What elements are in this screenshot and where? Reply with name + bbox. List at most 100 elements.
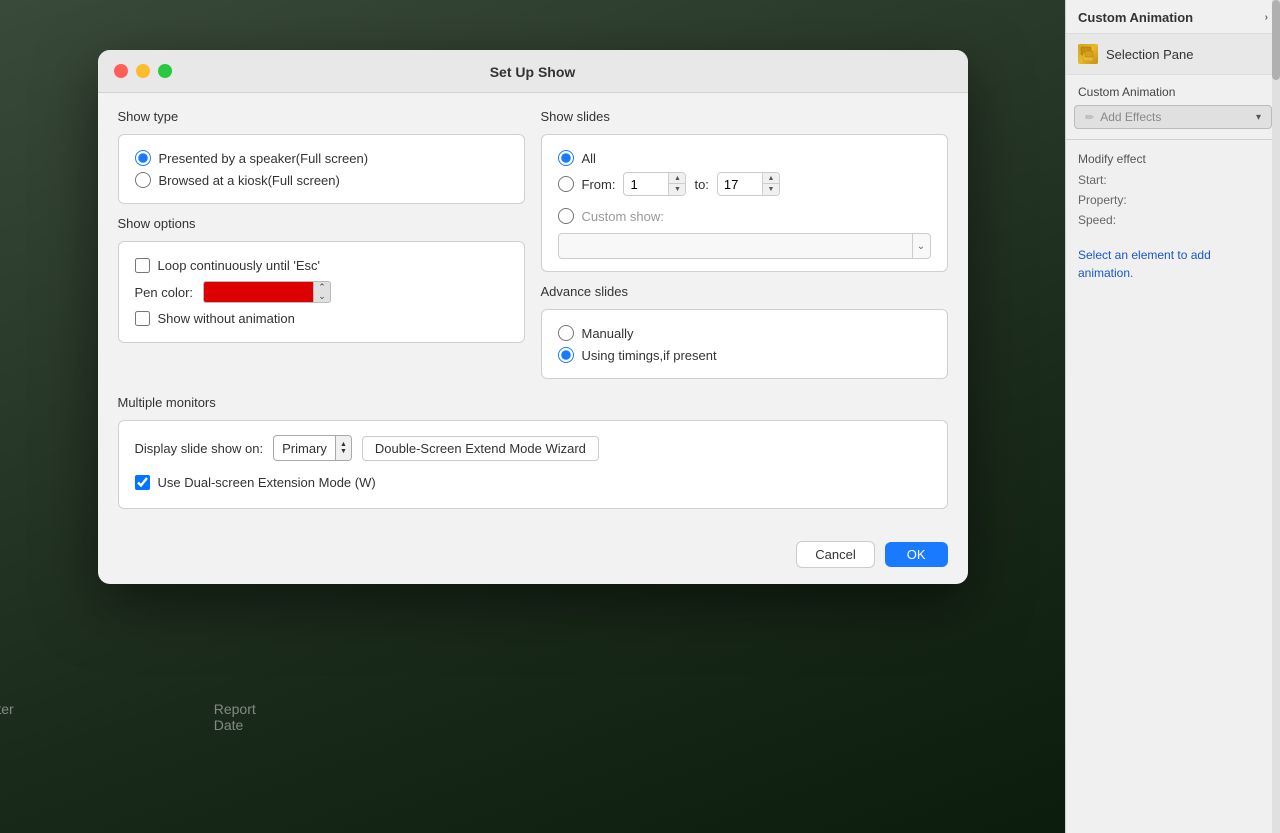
pencil-icon: ✏ xyxy=(1085,111,1094,124)
speed-label: Speed: xyxy=(1078,213,1133,227)
display-select-arrows: ▲ ▼ xyxy=(335,436,351,460)
from-label[interactable]: From: xyxy=(582,177,616,192)
from-input-wrapper: ▲ ▼ xyxy=(623,172,686,196)
pen-color-row: Pen color: ⌃ ⌄ xyxy=(135,277,508,307)
show-without-anim-checkbox[interactable] xyxy=(135,311,150,326)
minimize-button[interactable] xyxy=(136,64,150,78)
custom-show-arrow-icon: ⌄ xyxy=(912,234,930,258)
ok-button[interactable]: OK xyxy=(885,542,948,567)
selection-pane-label: Selection Pane xyxy=(1106,47,1193,62)
radio-kiosk[interactable] xyxy=(135,172,151,188)
show-without-anim-label[interactable]: Show without animation xyxy=(158,311,295,326)
select-element-msg: Select an element to add animation. xyxy=(1066,230,1280,298)
from-input[interactable] xyxy=(624,175,668,194)
window-buttons xyxy=(114,64,172,78)
multiple-monitors-section: Multiple monitors Display slide show on:… xyxy=(118,395,948,509)
loop-label[interactable]: Loop continuously until 'Esc' xyxy=(158,258,321,273)
wizard-button[interactable]: Double-Screen Extend Mode Wizard xyxy=(362,436,599,461)
to-label: to: xyxy=(694,177,708,192)
show-type-panel: Presented by a speaker(Full screen) Brow… xyxy=(118,134,525,204)
dual-screen-checkbox[interactable] xyxy=(135,475,150,490)
start-label: Start: xyxy=(1078,173,1133,187)
pen-color-label: Pen color: xyxy=(135,285,194,300)
sidebar-selection-pane[interactable]: Selection Pane xyxy=(1066,34,1280,75)
display-value: Primary xyxy=(274,441,335,456)
sidebar-scrollbar[interactable] xyxy=(1272,0,1280,833)
monitors-panel: Display slide show on: Primary ▲ ▼ Doubl… xyxy=(118,420,948,509)
speed-row: Speed: xyxy=(1066,210,1280,230)
radio-from-slides[interactable] xyxy=(558,176,574,192)
custom-show-label[interactable]: Custom show: xyxy=(582,209,664,224)
from-down-btn[interactable]: ▼ xyxy=(669,184,685,195)
add-effects-arrow-icon: ▾ xyxy=(1256,112,1261,123)
show-slides-panel: All From: ▲ ▼ xyxy=(541,134,948,272)
setup-show-dialog: Set Up Show Show type Presented by a spe… xyxy=(98,50,968,584)
using-timings-row: Using timings,if present xyxy=(558,344,931,366)
radio-kiosk-label[interactable]: Browsed at a kiosk(Full screen) xyxy=(159,173,340,188)
using-timings-label[interactable]: Using timings,if present xyxy=(582,348,717,363)
property-label: Property: xyxy=(1078,193,1133,207)
dual-screen-label[interactable]: Use Dual-screen Extension Mode (W) xyxy=(158,475,376,490)
radio-custom-show[interactable] xyxy=(558,208,574,224)
show-without-anim-row: Show without animation xyxy=(135,307,508,330)
dialog-title: Set Up Show xyxy=(490,64,576,80)
dialog-body: Show type Presented by a speaker(Full sc… xyxy=(98,93,968,529)
loop-row: Loop continuously until 'Esc' xyxy=(135,254,508,277)
sidebar-scrollbar-thumb xyxy=(1272,0,1280,80)
modify-effect-label: Modify effect xyxy=(1066,140,1280,170)
add-effects-label: Add Effects xyxy=(1100,110,1161,124)
selection-pane-icon xyxy=(1078,44,1098,64)
custom-show-dropdown[interactable]: ⌄ xyxy=(558,233,931,259)
radio-row-speaker: Presented by a speaker(Full screen) xyxy=(135,147,508,169)
dual-screen-row: Use Dual-screen Extension Mode (W) xyxy=(135,471,931,494)
arrow-down-icon: ▼ xyxy=(340,448,347,455)
add-effects-button[interactable]: ✏ Add Effects ▾ xyxy=(1074,105,1272,129)
radio-using-timings[interactable] xyxy=(558,347,574,363)
main-area: Set Up Show Show type Presented by a spe… xyxy=(0,0,1065,833)
radio-all-label[interactable]: All xyxy=(582,151,596,166)
radio-manually[interactable] xyxy=(558,325,574,341)
sidebar: Custom Animation › Selection Pane Custom… xyxy=(1065,0,1280,833)
radio-all-slides[interactable] xyxy=(558,150,574,166)
close-button[interactable] xyxy=(114,64,128,78)
to-down-btn[interactable]: ▼ xyxy=(763,184,779,195)
custom-animation-label: Custom Animation xyxy=(1078,10,1193,25)
to-up-btn[interactable]: ▲ xyxy=(763,173,779,184)
right-column: Show slides All From: ▲ xyxy=(541,109,948,391)
cancel-button[interactable]: Cancel xyxy=(796,541,874,568)
display-label: Display slide show on: xyxy=(135,441,264,456)
dialog-titlebar: Set Up Show xyxy=(98,50,968,93)
dialog-footer: Cancel OK xyxy=(98,529,968,584)
manually-label[interactable]: Manually xyxy=(582,326,634,341)
maximize-button[interactable] xyxy=(158,64,172,78)
left-column: Show type Presented by a speaker(Full sc… xyxy=(118,109,525,391)
display-row: Display slide show on: Primary ▲ ▼ Doubl… xyxy=(135,435,931,461)
custom-show-row: Custom show: xyxy=(558,205,931,227)
to-spinner: ▲ ▼ xyxy=(762,173,779,195)
radio-speaker-label[interactable]: Presented by a speaker(Full screen) xyxy=(159,151,369,166)
start-row: Start: xyxy=(1066,170,1280,190)
pen-color-stepper[interactable]: ⌃ ⌄ xyxy=(313,281,331,303)
slides-all-row: All xyxy=(558,147,931,169)
show-options-title: Show options xyxy=(118,216,525,231)
arrow-up-icon: ▲ xyxy=(340,441,347,448)
show-options-panel: Loop continuously until 'Esc' Pen color:… xyxy=(118,241,525,343)
from-spinner: ▲ ▼ xyxy=(668,173,685,195)
sidebar-custom-animation-title: Custom Animation › xyxy=(1066,0,1280,34)
to-input-wrapper: ▲ ▼ xyxy=(717,172,780,196)
radio-speaker[interactable] xyxy=(135,150,151,166)
loop-checkbox[interactable] xyxy=(135,258,150,273)
show-slides-title: Show slides xyxy=(541,109,948,124)
display-select[interactable]: Primary ▲ ▼ xyxy=(273,435,352,461)
advance-slides-title: Advance slides xyxy=(541,284,948,299)
property-row: Property: xyxy=(1066,190,1280,210)
sidebar-custom-anim-label: Custom Animation xyxy=(1066,75,1280,105)
advance-slides-panel: Manually Using timings,if present xyxy=(541,309,948,379)
from-up-btn[interactable]: ▲ xyxy=(669,173,685,184)
pen-color-control: ⌃ ⌄ xyxy=(203,281,331,303)
slides-from-row: From: ▲ ▼ to: xyxy=(558,169,931,199)
pen-color-swatch[interactable] xyxy=(203,281,313,303)
dialog-columns: Show type Presented by a speaker(Full sc… xyxy=(118,109,948,391)
to-input[interactable] xyxy=(718,175,762,194)
multiple-monitors-title: Multiple monitors xyxy=(118,395,948,410)
